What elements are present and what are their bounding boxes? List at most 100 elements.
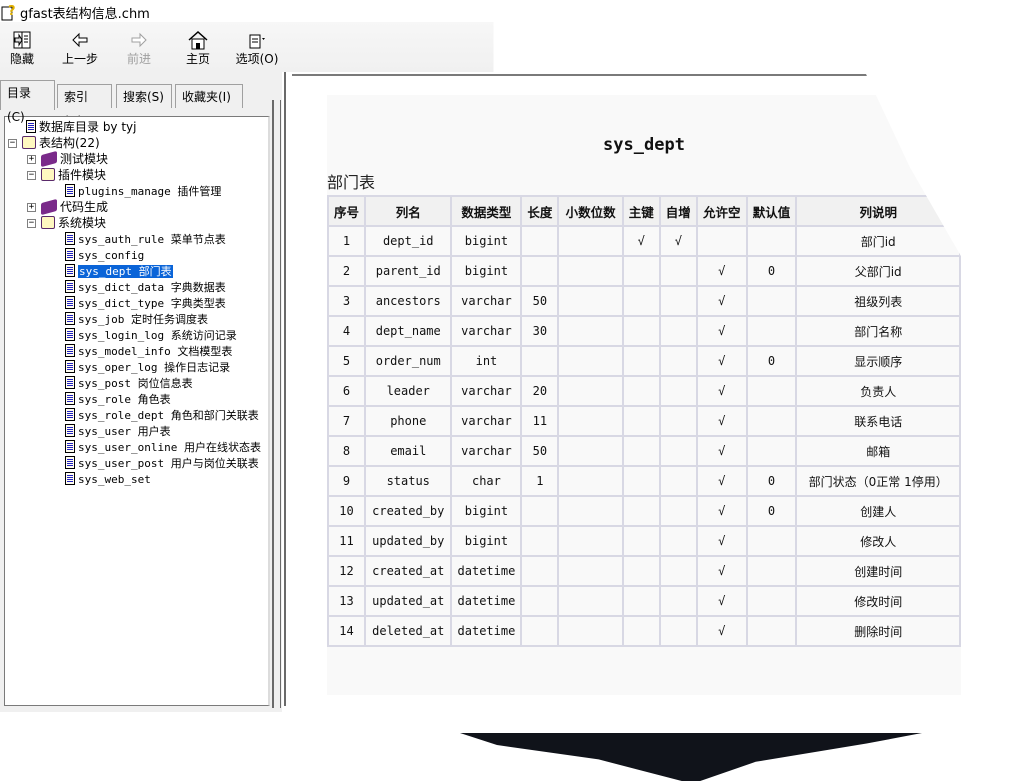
cell-auto-increment: [658, 405, 698, 437]
cell-length: [520, 585, 560, 617]
tree-item-label: 数据库目录 by tyj: [39, 120, 137, 134]
tree-item[interactable]: sys_oper_log 操作日志记录: [65, 359, 230, 375]
cell-data-type: char: [450, 465, 523, 497]
page-icon: [65, 280, 75, 293]
tree-item[interactable]: sys_login_log 系统访问记录: [65, 327, 237, 343]
cell-default: [745, 225, 798, 257]
collapse-icon[interactable]: −: [27, 219, 36, 228]
tree-item[interactable]: sys_user_online 用户在线状态表: [65, 439, 261, 455]
tree-item[interactable]: sys_post 岗位信息表: [65, 375, 193, 391]
header-length: 长度: [520, 195, 560, 227]
cell-decimals: [557, 405, 624, 437]
cell-default: 0: [745, 255, 798, 287]
cell-nullable: √: [695, 285, 748, 317]
options-label: 选项(O): [235, 52, 279, 66]
forward-button[interactable]: 前进: [124, 30, 154, 67]
tree-item[interactable]: 代码生成: [41, 198, 109, 216]
expand-icon[interactable]: +: [27, 155, 36, 164]
page-icon: [65, 328, 75, 341]
page-icon: [65, 232, 75, 245]
cell-data-type: bigint: [450, 495, 523, 527]
tab-contents[interactable]: 目录(C): [0, 80, 55, 124]
tree-item[interactable]: plugins_manage 插件管理: [65, 183, 221, 199]
tree-item[interactable]: sys_user 用户表: [65, 423, 171, 439]
tree-item[interactable]: sys_user_post 用户与岗位关联表: [65, 455, 259, 471]
tree-item[interactable]: 系统模块: [41, 215, 106, 231]
tree-item[interactable]: 数据库目录 by tyj: [26, 119, 137, 135]
cell-length: [520, 615, 560, 647]
tree-item[interactable]: sys_job 定时任务调度表: [65, 311, 208, 327]
cell-primary-key: [621, 405, 661, 437]
cell-description: 父部门id: [795, 255, 961, 287]
tab-index[interactable]: 索引(N): [57, 84, 112, 128]
cell-decimals: [557, 345, 624, 377]
tree-item-label: 测试模块: [60, 152, 109, 166]
cell-decimals: [557, 495, 624, 527]
book-closed-icon: [41, 150, 57, 168]
header-column-name: 列名: [364, 195, 453, 227]
tree-item[interactable]: 表结构(22): [22, 135, 100, 151]
cell-primary-key: [621, 465, 661, 497]
cell-length: [520, 345, 560, 377]
cell-decimals: [557, 585, 624, 617]
cell-data-type: int: [450, 345, 523, 377]
screen-artifact: [962, 260, 1028, 730]
cell-decimals: [557, 555, 624, 587]
cell-auto-increment: [658, 495, 698, 527]
tree-item-label: 代码生成: [60, 200, 109, 214]
forward-label: 前进: [126, 52, 151, 66]
cell-nullable: √: [695, 555, 748, 587]
cell-primary-key: [621, 375, 661, 407]
tree-item-selected[interactable]: sys_dept 部门表: [65, 263, 174, 279]
tree-item[interactable]: 测试模块: [41, 150, 109, 168]
cell-index: 8: [326, 435, 367, 467]
forward-arrow-icon: [131, 32, 147, 48]
tree-item[interactable]: sys_auth_rule 菜单节点表: [65, 231, 226, 247]
tree-item[interactable]: sys_dict_data 字典数据表: [65, 279, 226, 295]
cell-data-type: varchar: [450, 285, 523, 317]
cell-primary-key: √: [621, 225, 661, 257]
table-row: 10 created_by bigint √ 0 创建人: [326, 495, 961, 527]
contents-tree[interactable]: 数据库目录 by tyj − 表结构(22) + 测试模块 − 插件模块 plu…: [4, 116, 270, 706]
table-row: 1 dept_id bigint √ √ 部门id: [326, 225, 961, 257]
tree-item[interactable]: sys_web_set: [65, 471, 151, 487]
page-icon: [65, 456, 75, 469]
tree-item-label: sys_user 用户表: [78, 425, 171, 438]
cell-data-type: varchar: [450, 435, 523, 467]
tree-item[interactable]: sys_dict_type 字典类型表: [65, 295, 226, 311]
cell-description: 部门名称: [795, 315, 961, 347]
cell-auto-increment: [658, 345, 698, 377]
tree-item-label: sys_auth_rule 菜单节点表: [78, 233, 226, 246]
page-icon: [65, 312, 75, 325]
cell-auto-increment: [658, 435, 698, 467]
collapse-icon[interactable]: −: [8, 139, 17, 148]
tree-item[interactable]: 插件模块: [41, 167, 106, 183]
home-button[interactable]: 主页: [184, 30, 212, 67]
cell-auto-increment: √: [658, 225, 698, 257]
cell-data-type: bigint: [450, 255, 523, 287]
pane-splitter[interactable]: [272, 72, 292, 708]
tree-item[interactable]: sys_role_dept 角色和部门关联表: [65, 407, 259, 423]
cell-index: 7: [326, 405, 367, 437]
cell-index: 5: [326, 345, 367, 377]
tree-item-label: sys_role 角色表: [78, 393, 171, 406]
cell-column-name: created_by: [364, 495, 453, 527]
cell-index: 4: [326, 315, 367, 347]
cell-data-type: bigint: [450, 225, 523, 257]
options-button[interactable]: 选项(O): [234, 30, 280, 67]
expand-icon[interactable]: +: [27, 203, 36, 212]
cell-default: [745, 285, 798, 317]
hide-button[interactable]: 隐藏: [6, 30, 38, 67]
tree-item[interactable]: sys_model_info 文档模型表: [65, 343, 232, 359]
tab-favorites[interactable]: 收藏夹(I): [175, 84, 243, 108]
tree-item-label: sys_model_info 文档模型表: [78, 345, 233, 358]
tab-search[interactable]: 搜索(S): [116, 84, 172, 108]
cell-description: 修改人: [795, 525, 961, 557]
collapse-icon[interactable]: −: [27, 171, 36, 180]
back-button[interactable]: 上一步: [60, 30, 100, 67]
cell-description: 联系电话: [795, 405, 961, 437]
table-row: 9 status char 1 √ 0 部门状态（0正常 1停用）: [326, 465, 961, 497]
tree-item[interactable]: sys_role 角色表: [65, 391, 171, 407]
cell-column-name: deleted_at: [364, 615, 453, 647]
tree-item[interactable]: sys_config: [65, 247, 144, 263]
